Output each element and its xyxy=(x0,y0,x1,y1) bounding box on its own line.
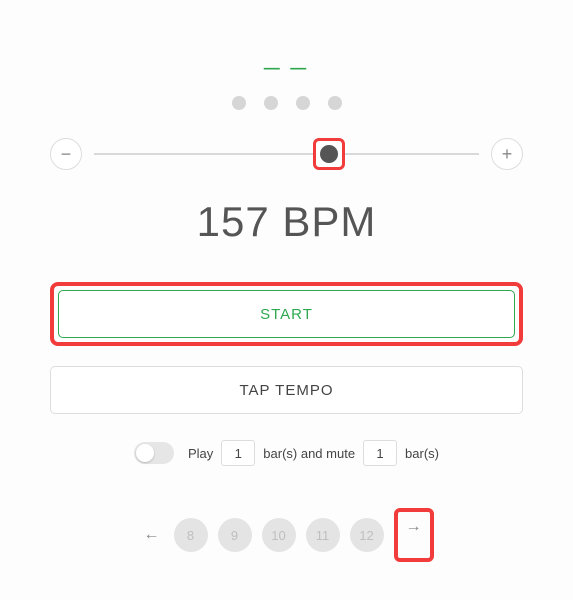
highlight-start-button: START xyxy=(50,282,523,346)
pager-item[interactable]: 10 xyxy=(262,518,296,552)
beat-dot xyxy=(296,96,310,110)
tempo-plus-button[interactable]: + xyxy=(491,138,523,170)
pager-prev-arrow[interactable]: ← xyxy=(140,526,164,544)
beat-indicator-row xyxy=(232,96,342,110)
bars-and-mute-label: bar(s) and mute xyxy=(263,446,355,461)
pager-item[interactable]: 12 xyxy=(350,518,384,552)
beat-dot xyxy=(264,96,278,110)
bars-suffix-label: bar(s) xyxy=(405,446,439,461)
pager-item[interactable]: 9 xyxy=(218,518,252,552)
start-button[interactable]: START xyxy=(58,290,515,338)
mute-bars-input[interactable] xyxy=(363,440,397,466)
mute-toggle[interactable] xyxy=(134,442,174,464)
header-dashes: — — xyxy=(264,60,309,78)
highlight-slider-thumb xyxy=(313,138,345,170)
play-label: Play xyxy=(188,446,213,461)
pager-item[interactable]: 11 xyxy=(306,518,340,552)
highlight-next-arrow: → xyxy=(394,508,434,562)
pager-item[interactable]: 8 xyxy=(174,518,208,552)
metronome-container: — — − + 157 BPM START TAP TEMPO Play bar… xyxy=(0,0,573,592)
beat-dot xyxy=(232,96,246,110)
pagination: ← 8 9 10 11 12 → xyxy=(140,508,434,562)
mute-trainer-row: Play bar(s) and mute bar(s) xyxy=(134,440,439,466)
tempo-slider-thumb-wrap xyxy=(313,138,345,170)
tempo-slider-thumb[interactable] xyxy=(320,145,338,163)
tempo-minus-button[interactable]: − xyxy=(50,138,82,170)
bpm-display: 157 BPM xyxy=(197,198,377,246)
tempo-slider-track[interactable] xyxy=(94,153,479,155)
beat-dot xyxy=(328,96,342,110)
toggle-knob xyxy=(136,444,154,462)
play-bars-input[interactable] xyxy=(221,440,255,466)
tempo-slider-row: − + xyxy=(50,138,523,170)
pager-next-arrow[interactable]: → xyxy=(400,514,428,540)
tap-tempo-button[interactable]: TAP TEMPO xyxy=(50,366,523,414)
